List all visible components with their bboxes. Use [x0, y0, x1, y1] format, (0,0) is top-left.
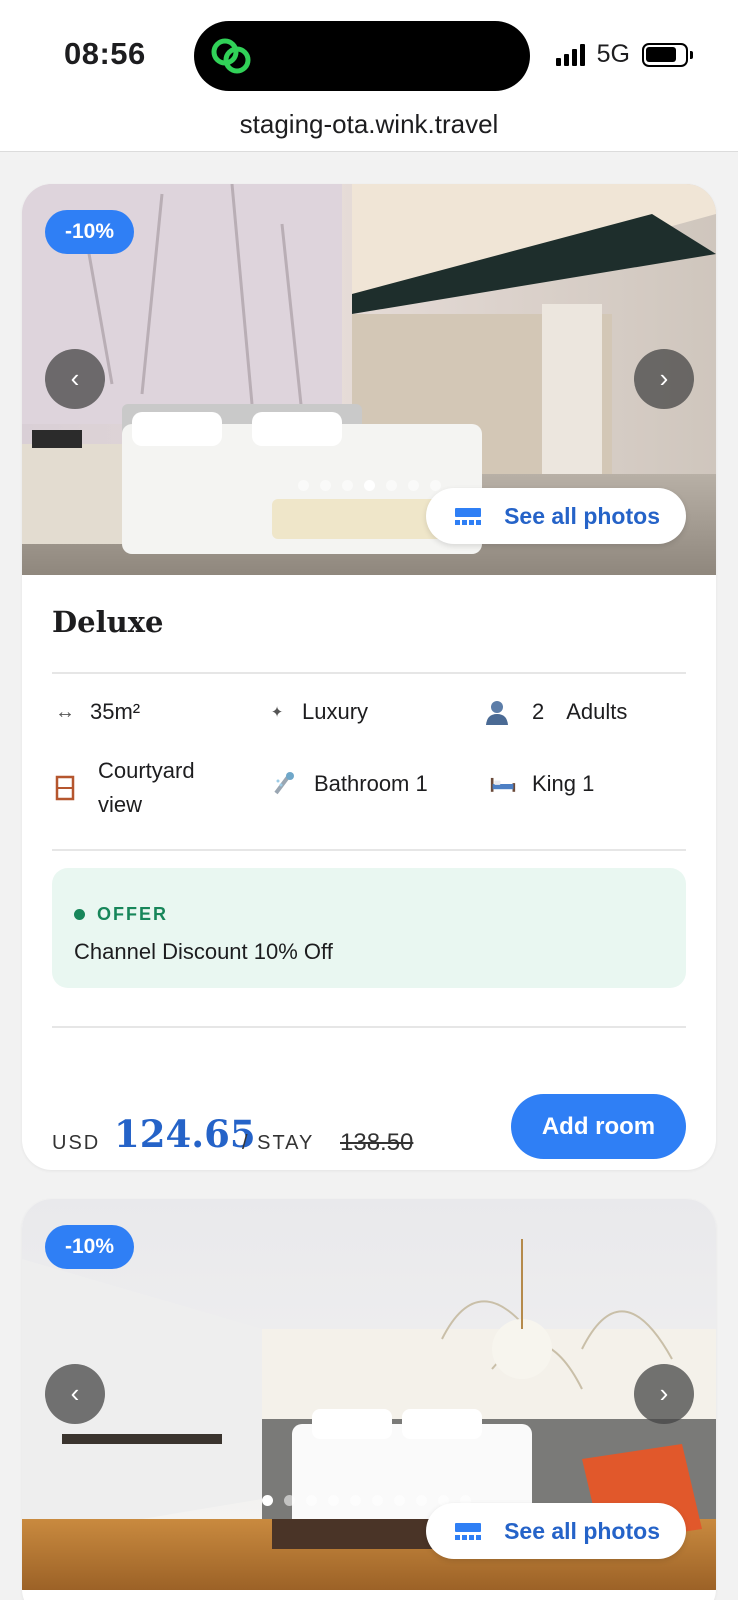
- divider: [52, 849, 686, 851]
- offer-status-dot: [74, 909, 85, 920]
- pagination-dot[interactable]: [350, 1495, 361, 1506]
- pagination-dot[interactable]: [416, 1495, 427, 1506]
- previous-photo-button[interactable]: ‹: [45, 1364, 105, 1424]
- feature-bed: King 1: [490, 771, 594, 797]
- next-photo-button[interactable]: ›: [634, 349, 694, 409]
- pagination-dot[interactable]: [372, 1495, 383, 1506]
- status-bar: 08:56 5G: [0, 0, 738, 100]
- pagination-dot[interactable]: [394, 1495, 405, 1506]
- price-currency: USD: [52, 1132, 101, 1154]
- discount-badge: -10%: [45, 210, 135, 254]
- url-text: staging-ota.wink.travel: [239, 109, 499, 139]
- link-chain-icon: [211, 38, 251, 74]
- room-card: -10% ‹ › See all photos Deluxe ↔ 35m² ✦: [22, 184, 716, 1170]
- room-features: ↔ 35m² ✦ Luxury 2 Adults Courtyard view …: [52, 674, 686, 849]
- network-type: 5G: [596, 40, 630, 68]
- status-time: 08:56: [64, 36, 146, 71]
- window-icon: [52, 775, 78, 801]
- battery-icon: [642, 42, 693, 67]
- pagination-dot[interactable]: [341, 480, 353, 491]
- feature-size: ↔ 35m²: [52, 699, 140, 725]
- pagination-dot[interactable]: [284, 1495, 295, 1506]
- room-photo-carousel[interactable]: -10% ‹ › See all photos: [22, 1199, 716, 1590]
- previous-photo-button[interactable]: ‹: [45, 349, 105, 409]
- resize-arrows-icon: ↔: [55, 700, 75, 723]
- offer-description: Channel Discount 10% Off: [74, 939, 333, 964]
- price-unit: / STAY: [242, 1132, 315, 1154]
- feature-category: ✦ Luxury: [264, 699, 368, 725]
- pagination-dot[interactable]: [363, 480, 375, 491]
- pagination-dot[interactable]: [319, 480, 331, 491]
- pagination-dot[interactable]: [306, 1495, 317, 1506]
- pagination-dot[interactable]: [328, 1495, 339, 1506]
- discount-badge: -10%: [45, 1225, 135, 1269]
- room-photo-carousel[interactable]: -10% ‹ › See all photos: [22, 184, 716, 575]
- see-all-photos-label: See all photos: [504, 502, 660, 529]
- offer-tag: OFFER: [74, 904, 664, 925]
- original-price: 138.50: [340, 1129, 414, 1156]
- status-indicators: 5G: [555, 40, 693, 69]
- room-name: Deluxe: [52, 605, 164, 639]
- price-row: USD 124.65 / STAY 138.50 Add room: [52, 1028, 686, 1170]
- person-icon: [484, 699, 510, 725]
- cellular-signal-icon: [555, 43, 585, 66]
- sparkle-icon: ✦: [270, 704, 284, 721]
- shower-icon: [272, 771, 298, 797]
- pagination-dot[interactable]: [429, 480, 441, 491]
- room-card: -10% ‹ › See all photos: [22, 1199, 716, 1600]
- offer-box: OFFER Channel Discount 10% Off: [52, 868, 686, 988]
- feature-guests: 2 Adults: [484, 699, 627, 725]
- pagination-dot[interactable]: [385, 480, 397, 491]
- bed-icon: [490, 771, 516, 797]
- feature-view: Courtyard view: [52, 754, 195, 822]
- pagination-dot[interactable]: [262, 1495, 273, 1506]
- pagination-dot[interactable]: [297, 480, 309, 491]
- see-all-photos-button[interactable]: See all photos: [426, 488, 686, 544]
- add-room-button[interactable]: Add room: [511, 1094, 686, 1159]
- see-all-photos-button[interactable]: See all photos: [426, 1503, 686, 1559]
- dynamic-island: [194, 21, 530, 91]
- see-all-photos-label: See all photos: [504, 1517, 660, 1544]
- pagination-dot[interactable]: [407, 480, 419, 491]
- next-photo-button[interactable]: ›: [634, 1364, 694, 1424]
- price-amount: 124.65: [114, 1112, 256, 1156]
- gallery-icon: [455, 1523, 482, 1540]
- browser-url-bar[interactable]: staging-ota.wink.travel: [0, 100, 738, 152]
- gallery-icon: [455, 508, 482, 525]
- feature-bathroom: Bathroom 1: [272, 771, 428, 797]
